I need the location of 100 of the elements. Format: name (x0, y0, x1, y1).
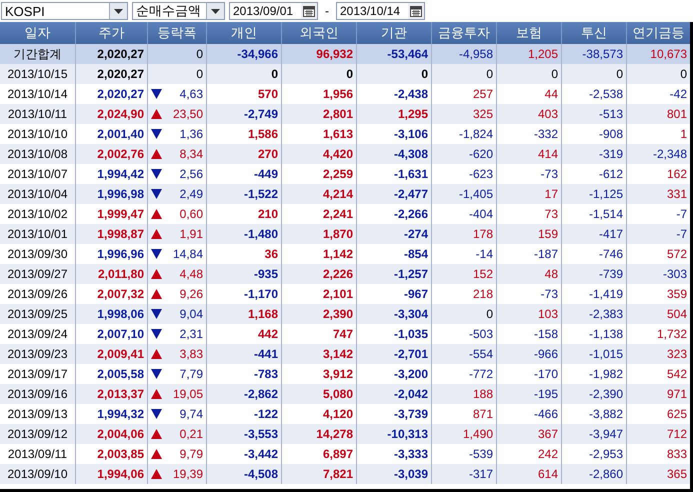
table-cell: 2,024,90 (76, 104, 148, 124)
measure-dropdown[interactable]: 순매수금액 (132, 2, 225, 20)
table-cell: 0 (357, 64, 432, 84)
table-cell: 2013/09/27 (0, 264, 76, 284)
table-cell: 2013/10/11 (0, 104, 76, 124)
table-cell: -1,522 (207, 184, 282, 204)
table-cell: 2,801 (282, 104, 357, 124)
table-cell: 1,996,98 (76, 184, 148, 204)
table-cell: 2,002,76 (76, 144, 148, 164)
end-date-field[interactable]: 2013/10/14 (336, 2, 425, 20)
table-cell: 1,91 (164, 224, 207, 244)
table-cell: 0 (497, 64, 562, 84)
calendar-button[interactable] (301, 3, 317, 19)
table-cell: 1,168 (207, 304, 282, 324)
table-cell: 504 (627, 304, 690, 324)
table-cell: -2,390 (562, 384, 627, 404)
table-cell: 19,05 (164, 384, 207, 404)
table-cell: 971 (627, 384, 690, 404)
table-cell: 2,020,27 (76, 64, 148, 84)
table-cell: -7 (627, 224, 690, 244)
table-cell: 2,004,06 (76, 424, 148, 444)
table-cell: 2013/09/10 (0, 464, 76, 484)
table-cell: -317 (432, 464, 497, 484)
table-cell: 2013/09/12 (0, 424, 76, 444)
table-cell: 3,142 (282, 344, 357, 364)
table-cell: 0 (207, 64, 282, 84)
caret-icon (211, 8, 220, 14)
table-cell: -513 (562, 104, 627, 124)
table-cell: 0 (432, 304, 497, 324)
table-cell: 325 (432, 104, 497, 124)
table-cell: -274 (357, 224, 432, 244)
table-cell: 2013/10/08 (0, 144, 76, 164)
table-cell: 48 (497, 264, 562, 284)
market-dropdown[interactable]: KOSPI (1, 2, 128, 20)
table-cell: 712 (627, 424, 690, 444)
table-cell: -1,480 (207, 224, 282, 244)
table-cell: 1,295 (357, 104, 432, 124)
table-cell: 1,998,06 (76, 304, 148, 324)
table-cell: 4,48 (164, 264, 207, 284)
table-cell: 0,21 (164, 424, 207, 444)
table-cell: 17 (497, 184, 562, 204)
date-range-separator: - (324, 4, 330, 18)
table-cell: -195 (497, 384, 562, 404)
table-cell: 331 (627, 184, 690, 204)
calendar-button[interactable] (408, 3, 424, 19)
table-cell: -10,313 (357, 424, 432, 444)
table-cell: -2,477 (357, 184, 432, 204)
table-cell: -3,304 (357, 304, 432, 324)
table-cell: 8,34 (164, 144, 207, 164)
table-cell: 1,870 (282, 224, 357, 244)
table-cell: -739 (562, 264, 627, 284)
table-cell: 4,420 (282, 144, 357, 164)
table-cell: -554 (432, 344, 497, 364)
table-cell: 0 (562, 64, 627, 84)
table-cell: 2,390 (282, 304, 357, 324)
table-cell: -1,257 (357, 264, 432, 284)
table-cell: -1,015 (562, 344, 627, 364)
table-cell: 4,214 (282, 184, 357, 204)
table-cell: 2013/09/25 (0, 304, 76, 324)
table-cell: -2,701 (357, 344, 432, 364)
table-cell: 9,04 (164, 304, 207, 324)
start-date-field[interactable]: 2013/09/01 (229, 2, 318, 20)
table-cell: 152 (432, 264, 497, 284)
table-cell: 159 (497, 224, 562, 244)
table-cell: 323 (627, 344, 690, 364)
table-cell: 2013/10/04 (0, 184, 76, 204)
table-cell: 365 (627, 464, 690, 484)
table-cell: 1,994,06 (76, 464, 148, 484)
table-cell: 19,39 (164, 464, 207, 484)
table-cell: -2,348 (627, 144, 690, 164)
table-cell: 2013/09/23 (0, 344, 76, 364)
table-cell: 5,080 (282, 384, 357, 404)
table-cell: -441 (207, 344, 282, 364)
table-cell: -1,405 (432, 184, 497, 204)
table-cell: 188 (432, 384, 497, 404)
table-cell: 414 (497, 144, 562, 164)
table-cell: -620 (432, 144, 497, 164)
table-cell: -417 (562, 224, 627, 244)
table-cell: 801 (627, 104, 690, 124)
table-cell: 3,83 (164, 344, 207, 364)
table-cell: -303 (627, 264, 690, 284)
table-cell: -4,508 (207, 464, 282, 484)
table-cell: -935 (207, 264, 282, 284)
table-cell: 2,009,41 (76, 344, 148, 364)
table-cell: 2013/09/16 (0, 384, 76, 404)
table-cell: 0 (282, 64, 357, 84)
table-cell: 14,278 (282, 424, 357, 444)
table-cell: 270 (207, 144, 282, 164)
table-cell: -1,125 (562, 184, 627, 204)
table-cell: 0 (627, 64, 690, 84)
table-cell: -319 (562, 144, 627, 164)
table-cell: 367 (497, 424, 562, 444)
table-cell: 2013/10/15 (0, 64, 76, 84)
table-cell: -2,860 (562, 464, 627, 484)
table-cell: -2,042 (357, 384, 432, 404)
table-cell: 7,821 (282, 464, 357, 484)
caret-icon (114, 8, 123, 14)
table-cell: -3,553 (207, 424, 282, 444)
table-cell: -3,947 (562, 424, 627, 444)
table-cell: 614 (497, 464, 562, 484)
